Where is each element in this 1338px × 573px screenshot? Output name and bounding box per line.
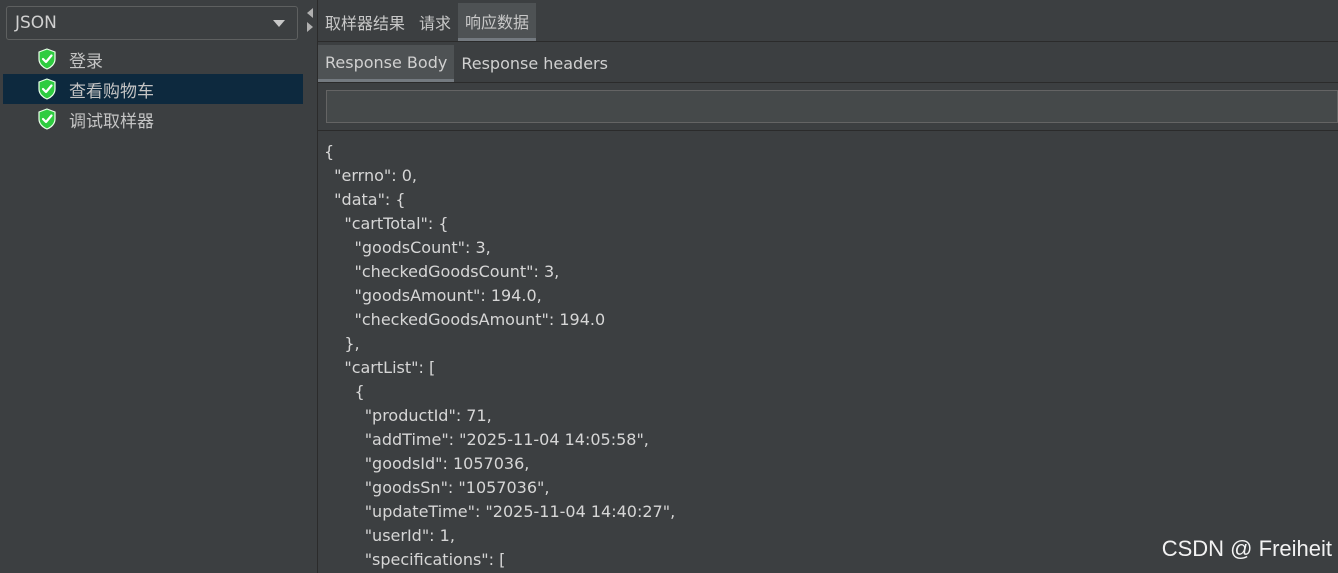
renderer-select-value: JSON — [15, 13, 57, 33]
json-line: "productId": 71, — [324, 406, 492, 425]
json-line: "data": { — [324, 190, 406, 209]
json-line: { — [324, 142, 335, 161]
json-line: "checkedGoodsAmount": 194.0 — [324, 310, 606, 329]
json-line: { — [324, 382, 365, 401]
tab-request[interactable]: 请求 — [412, 3, 458, 41]
search-input[interactable] — [326, 90, 1338, 123]
tab-sampler-result[interactable]: 取样器结果 — [318, 3, 412, 41]
app-window: JSON 登录 查看购物车 调试取样器 取样器结果 请求 响应数据 Respon… — [0, 0, 1338, 573]
json-line: "errno": 0, — [324, 166, 417, 185]
success-shield-icon — [38, 48, 56, 70]
json-line: }, — [324, 334, 360, 353]
result-tabs: 取样器结果 请求 响应数据 — [318, 3, 537, 41]
tree-item-label: 登录 — [69, 51, 103, 72]
expand-right-icon[interactable] — [307, 22, 313, 32]
collapse-left-icon[interactable] — [307, 8, 313, 18]
json-line: "goodsSn": "1057036", — [324, 478, 550, 497]
tree-item-label: 查看购物车 — [69, 81, 154, 102]
renderer-select[interactable]: JSON — [6, 6, 298, 40]
json-line: "goodsAmount": 194.0, — [324, 286, 542, 305]
tree-item-label: 调试取样器 — [69, 111, 154, 132]
response-body-text[interactable]: { "errno": 0, "data": { "cartTotal": { "… — [324, 140, 1334, 573]
result-detail-panel: 取样器结果 请求 响应数据 Response Body Response hea… — [318, 0, 1338, 573]
json-line: "goodsCount": 3, — [324, 238, 491, 257]
tab-divider — [318, 41, 1338, 42]
success-shield-icon — [38, 108, 56, 130]
tab-response-data[interactable]: 响应数据 — [458, 3, 537, 41]
json-line: "cartList": [ — [324, 358, 436, 377]
chevron-down-icon[interactable] — [273, 20, 285, 27]
json-line: "cartTotal": { — [324, 214, 449, 233]
response-tabs: Response Body Response headers — [318, 45, 615, 82]
subtab-divider — [318, 82, 1338, 83]
json-line: "updateTime": "2025-11-04 14:40:27", — [324, 502, 676, 521]
result-tree-panel: JSON 登录 查看购物车 调试取样器 — [0, 0, 305, 573]
result-tree: 登录 查看购物车 调试取样器 — [0, 44, 304, 134]
json-line: "addTime": "2025-11-04 14:05:58", — [324, 430, 649, 449]
json-line: "checkedGoodsCount": 3, — [324, 262, 560, 281]
tab-response-headers[interactable]: Response headers — [454, 45, 615, 82]
json-line: "goodsId": 1057036, — [324, 454, 530, 473]
panel-splitter[interactable] — [304, 0, 318, 573]
tree-item-login[interactable]: 登录 — [0, 44, 304, 74]
tree-item-view-cart[interactable]: 查看购物车 — [3, 74, 303, 104]
tab-response-body[interactable]: Response Body — [318, 45, 455, 82]
tree-item-debug-sampler[interactable]: 调试取样器 — [0, 104, 304, 134]
content-divider — [318, 130, 1338, 131]
success-shield-icon — [38, 78, 56, 100]
watermark-text: CSDN @ Freiheit — [1161, 536, 1332, 561]
